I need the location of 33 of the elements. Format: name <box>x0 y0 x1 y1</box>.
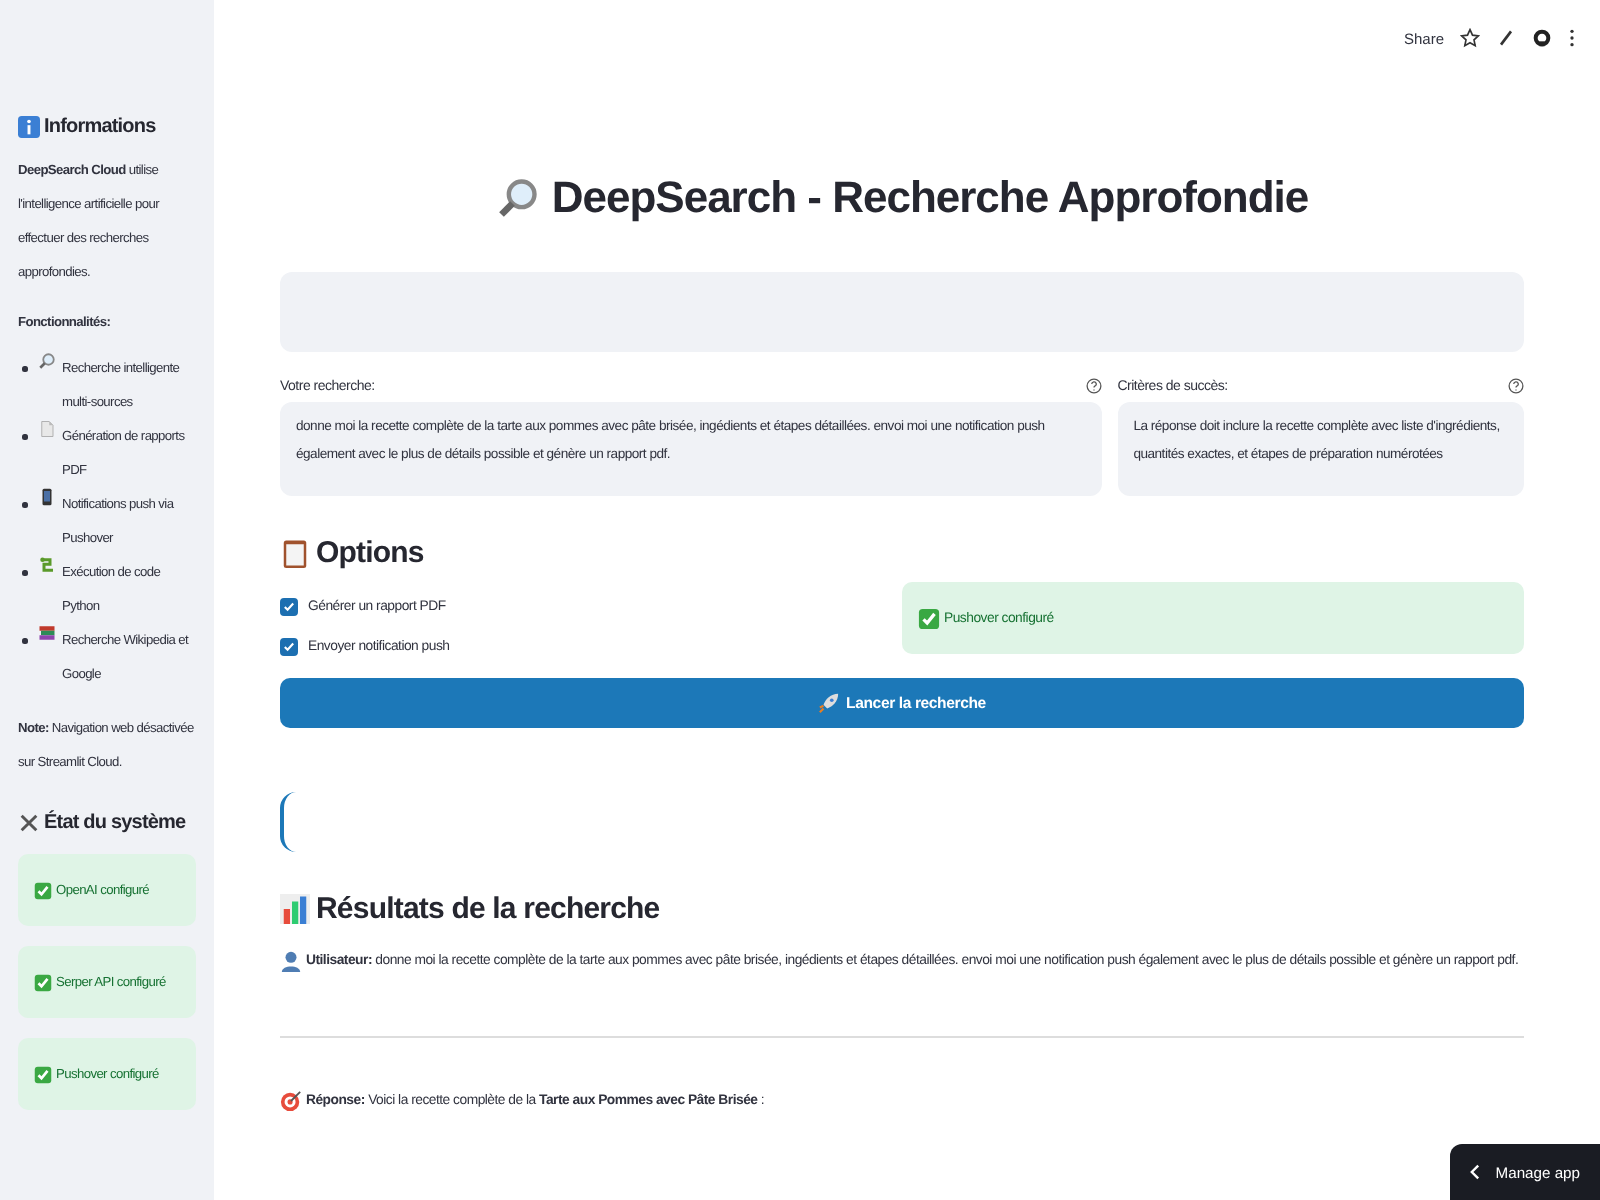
check-icon <box>34 881 52 899</box>
help-icon[interactable] <box>1085 378 1102 394</box>
checkbox[interactable] <box>280 638 298 656</box>
bullet <box>22 366 27 371</box>
phone-icon <box>38 488 56 506</box>
check-icon <box>34 973 52 991</box>
magnifier-icon <box>495 176 540 220</box>
bullet <box>22 638 27 643</box>
magnifier-icon <box>38 352 56 370</box>
sidebar-heading: Informations <box>44 116 156 138</box>
bar-chart-icon <box>280 894 310 924</box>
more-icon[interactable] <box>1568 28 1576 48</box>
bullet <box>22 570 27 575</box>
section-title: Résultats de la recherche <box>316 892 660 926</box>
target-icon <box>280 1090 302 1112</box>
clipboard-icon <box>280 538 310 568</box>
pencil-icon[interactable] <box>1496 28 1516 48</box>
bullet <box>22 502 27 507</box>
bullet <box>22 434 27 439</box>
sidebar-heading: État du système <box>44 812 186 834</box>
page-title: DeepSearch - Recherche Approfondie <box>551 172 1309 224</box>
check-icon <box>918 607 940 629</box>
person-icon <box>280 950 302 972</box>
info-icon <box>18 116 40 138</box>
rocket-icon <box>818 692 841 714</box>
star-icon[interactable] <box>1460 28 1480 48</box>
books-icon <box>38 624 56 642</box>
checkbox[interactable] <box>280 598 298 616</box>
chevron-icon <box>1469 1164 1480 1180</box>
section-title: Options <box>316 536 424 570</box>
check-icon <box>34 1065 52 1083</box>
help-icon[interactable] <box>1508 378 1524 394</box>
document-icon <box>38 420 56 438</box>
